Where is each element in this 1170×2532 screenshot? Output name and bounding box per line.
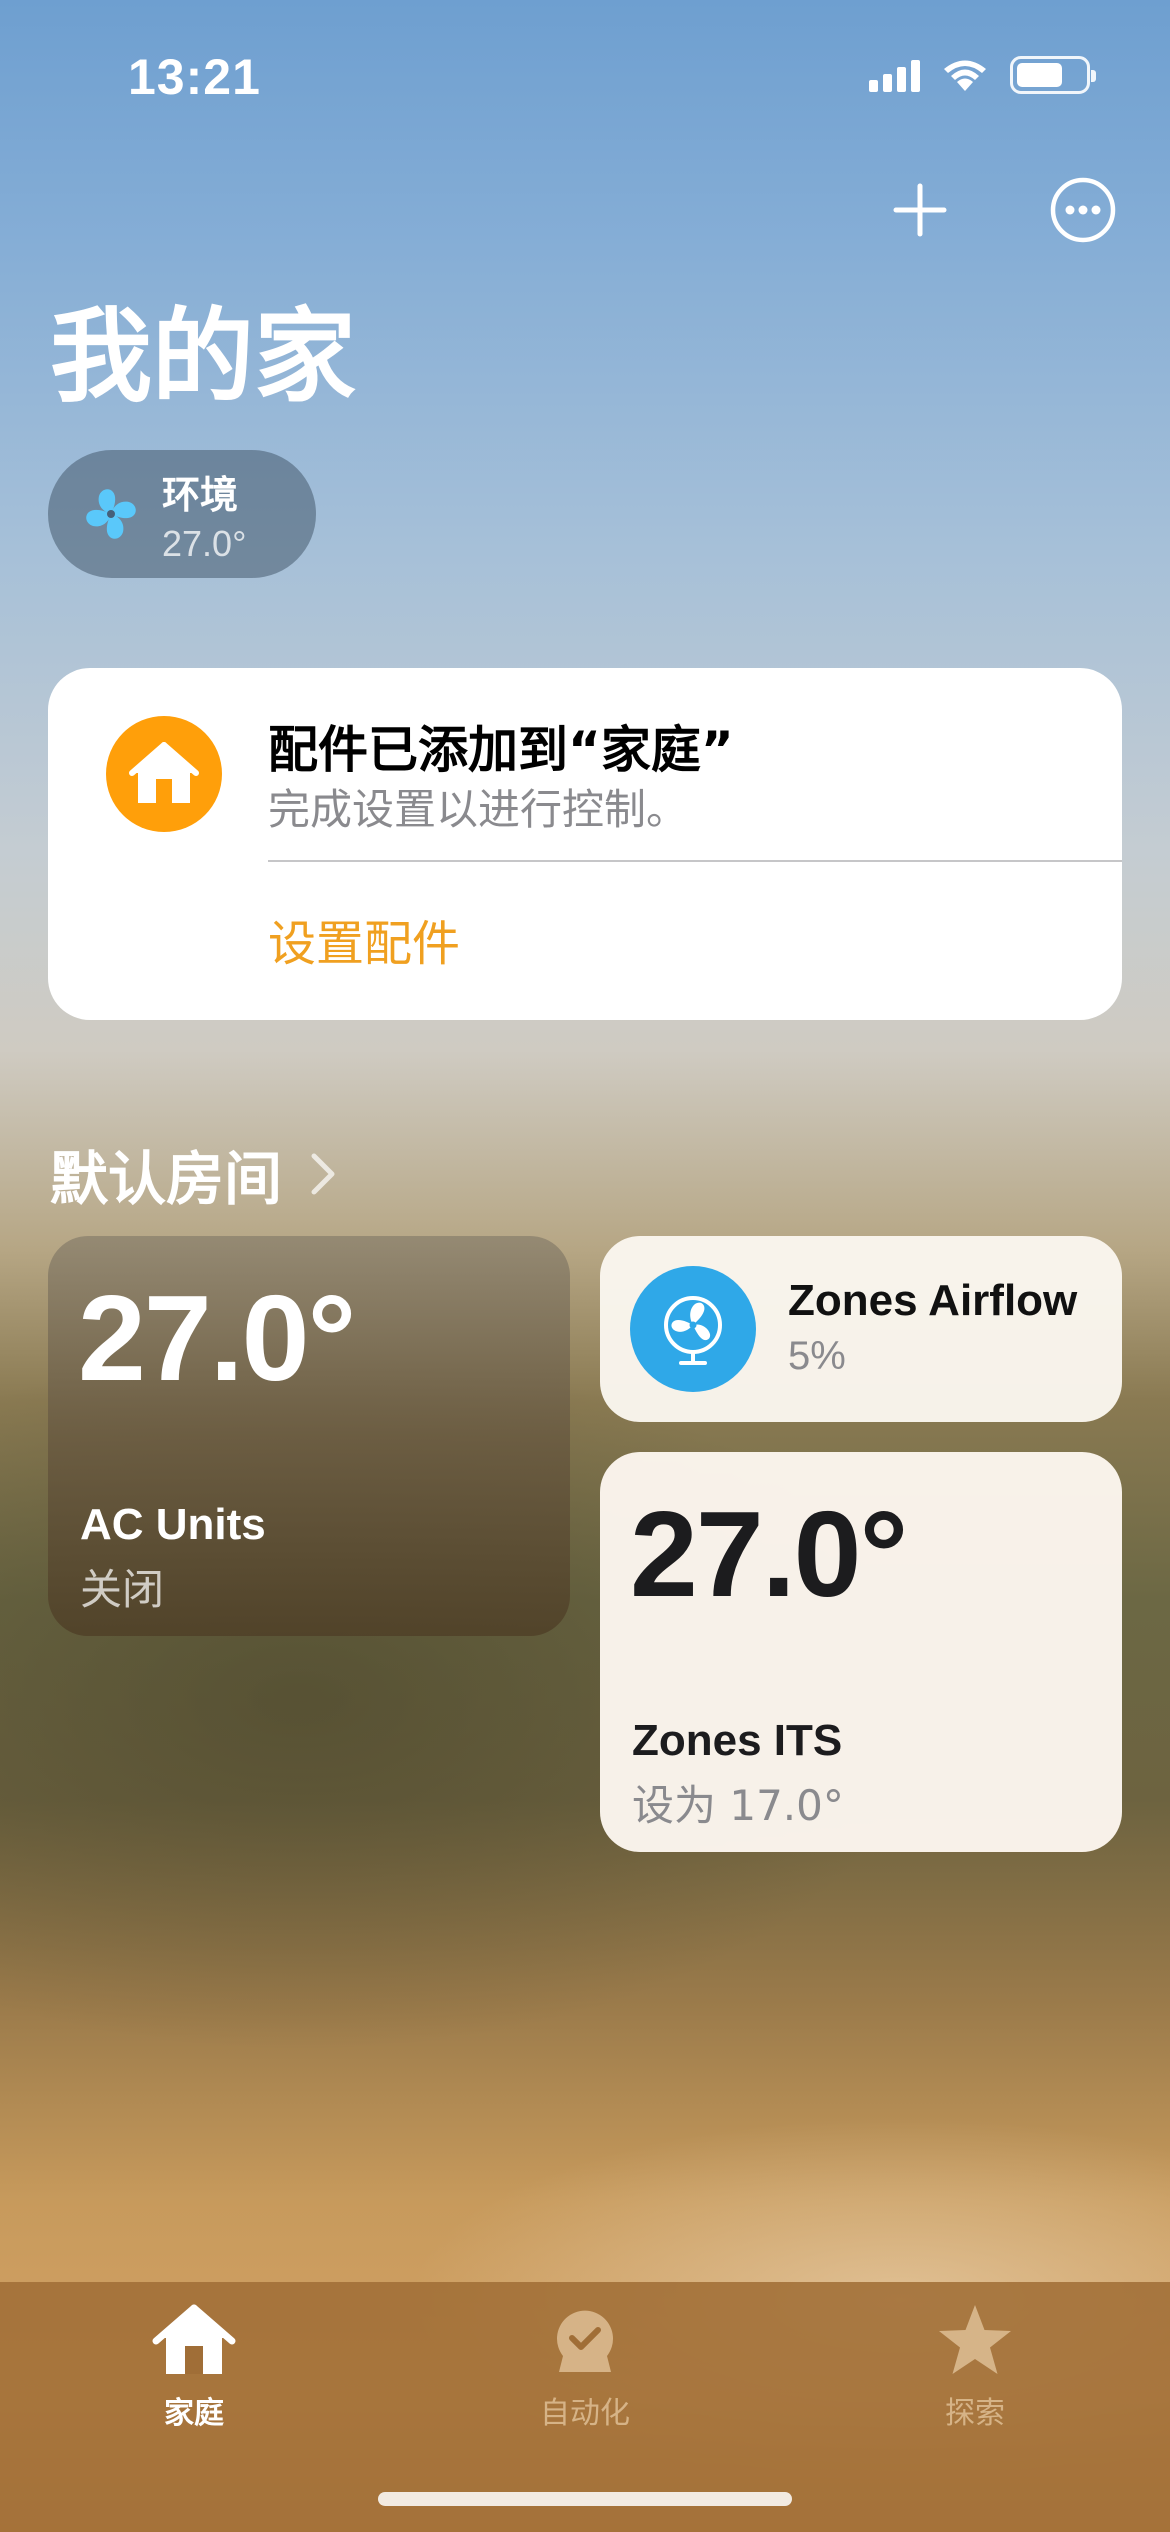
home-indicator[interactable]: [378, 2492, 792, 2506]
ellipsis-circle-icon: [1050, 177, 1116, 243]
ac-units-name: AC Units: [80, 1500, 266, 1549]
zones-its-state: 设为 17.0°: [632, 1781, 844, 1830]
zones-its-name: Zones ITS: [632, 1716, 843, 1765]
tab-explore-label: 探索: [945, 2396, 1005, 2431]
house-icon: [152, 2304, 236, 2374]
page-title: 我的家: [50, 298, 356, 417]
zones-airflow-tile[interactable]: Zones Airflow 5%: [600, 1236, 1122, 1422]
battery-icon: [1010, 56, 1096, 94]
clock-check-icon: [557, 2310, 613, 2372]
star-icon: [939, 2305, 1011, 2374]
ac-units-state: 关闭: [80, 1565, 165, 1614]
add-button[interactable]: [885, 175, 955, 245]
environment-value: 27.0°: [162, 522, 247, 564]
zones-its-temperature: 27.0°: [630, 1486, 908, 1622]
ac-units-tile[interactable]: 27.0° AC Units 关闭: [48, 1236, 570, 1636]
room-name: 默认房间: [50, 1145, 283, 1213]
accessory-added-card: 配件已添加到“家庭” 完成设置以进行控制。 设置配件: [48, 668, 1122, 1020]
notification-subtitle: 完成设置以进行控制。: [268, 785, 689, 834]
accessory-icon-badge: [106, 716, 222, 832]
more-button[interactable]: [1048, 175, 1118, 245]
zones-airflow-name: Zones Airflow: [788, 1276, 1078, 1325]
ac-units-temperature: 27.0°: [78, 1270, 356, 1406]
wifi-icon: [942, 58, 988, 92]
environment-chip[interactable]: 环境 27.0°: [48, 450, 316, 578]
cellular-signal-icon: [869, 58, 920, 92]
room-header[interactable]: 默认房间: [50, 1132, 336, 1216]
fan-icon: [86, 489, 136, 539]
chevron-right-icon: [311, 1153, 335, 1195]
status-icons: [869, 56, 1096, 94]
fan-icon: [664, 1296, 722, 1365]
divider: [268, 860, 1122, 862]
plus-icon: [893, 183, 947, 237]
tab-automation-label: 自动化: [540, 2396, 630, 2431]
tab-automation[interactable]: 自动化: [465, 2302, 705, 2432]
tab-explore[interactable]: 探索: [855, 2302, 1095, 2432]
notification-title: 配件已添加到“家庭”: [268, 721, 734, 779]
house-icon: [129, 742, 199, 803]
battery-level: [1017, 63, 1062, 87]
tab-home-label: 家庭: [164, 2396, 224, 2431]
environment-text: 环境 27.0°: [162, 464, 246, 565]
environment-label: 环境: [162, 472, 239, 517]
zones-airflow-state: 5%: [788, 1334, 846, 1378]
setup-accessory-button[interactable]: 设置配件: [268, 904, 460, 974]
zones-its-tile[interactable]: 27.0° Zones ITS 设为 17.0°: [600, 1452, 1122, 1852]
airflow-icon-badge[interactable]: [630, 1266, 756, 1392]
status-time: 13:21: [128, 49, 261, 105]
tab-home[interactable]: 家庭: [74, 2302, 314, 2432]
